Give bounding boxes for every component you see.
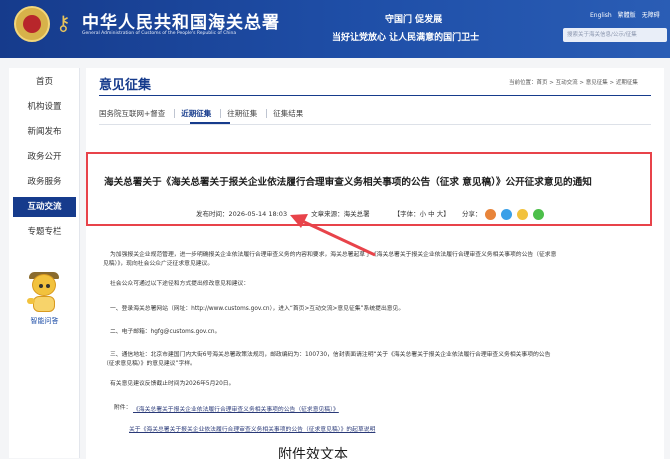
- annotation-arrow-icon: [290, 214, 376, 257]
- page: ⚷ 中华人民共和国海关总署 General Administration of …: [0, 0, 670, 459]
- overlay-caption: 附件效文本: [278, 447, 348, 459]
